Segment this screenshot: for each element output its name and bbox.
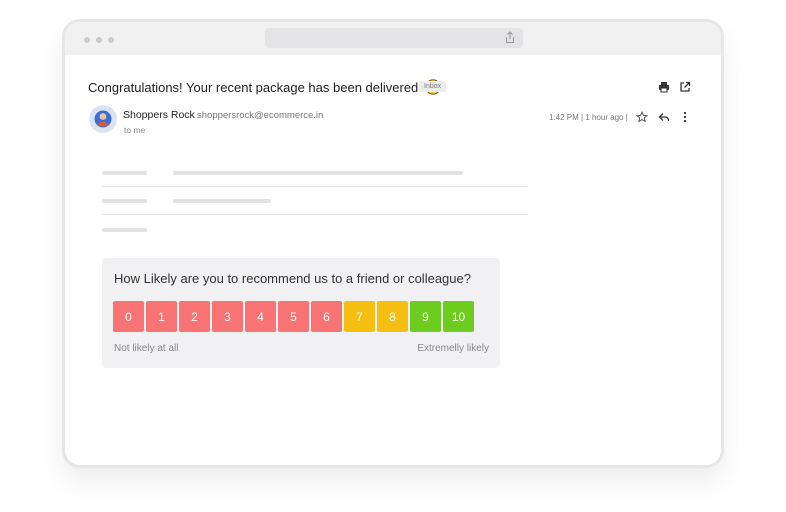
share-icon[interactable] <box>504 31 516 44</box>
address-bar[interactable] <box>265 28 523 48</box>
avatar-icon <box>94 110 112 128</box>
more-vertical-icon[interactable] <box>682 111 688 123</box>
browser-window: Congratulations! Your recent package has… <box>62 19 724 468</box>
sender-email[interactable]: shoppersrock@ecommerce.in <box>197 110 323 121</box>
email-subject-text: Congratulations! Your recent package has… <box>88 80 419 95</box>
avatar[interactable] <box>89 105 117 133</box>
divider <box>102 186 528 187</box>
scale-high-label: Extremelly likely <box>417 343 489 354</box>
open-in-new-icon[interactable] <box>679 81 691 93</box>
window-dot <box>84 37 90 43</box>
placeholder-line <box>102 199 147 203</box>
browser-titlebar <box>65 22 721 55</box>
placeholder-line <box>102 228 147 232</box>
nps-score-buttons: 0 1 2 3 4 5 6 7 8 9 10 <box>113 301 474 332</box>
placeholder-line <box>173 199 271 203</box>
score-button-9[interactable]: 9 <box>410 301 441 332</box>
reply-icon[interactable] <box>658 111 670 123</box>
score-button-0[interactable]: 0 <box>113 301 144 332</box>
recipient-label[interactable]: to me <box>124 125 145 135</box>
score-button-4[interactable]: 4 <box>245 301 276 332</box>
window-dot <box>96 37 102 43</box>
scale-low-label: Not likely at all <box>114 343 179 354</box>
score-button-3[interactable]: 3 <box>212 301 243 332</box>
score-button-8[interactable]: 8 <box>377 301 408 332</box>
score-button-10[interactable]: 10 <box>443 301 474 332</box>
nps-survey-card: How Likely are you to recommend us to a … <box>102 258 500 368</box>
print-icon[interactable] <box>658 81 670 93</box>
survey-question: How Likely are you to recommend us to a … <box>114 271 471 286</box>
score-button-1[interactable]: 1 <box>146 301 177 332</box>
score-button-5[interactable]: 5 <box>278 301 309 332</box>
sender-name[interactable]: Shoppers Rock <box>123 109 195 121</box>
placeholder-line <box>102 171 147 175</box>
score-button-6[interactable]: 6 <box>311 301 342 332</box>
score-button-7[interactable]: 7 <box>344 301 375 332</box>
star-icon[interactable] <box>636 111 648 123</box>
window-dot <box>108 37 114 43</box>
divider <box>102 214 528 215</box>
score-button-2[interactable]: 2 <box>179 301 210 332</box>
email-timestamp: 1:42 PM | 1 hour ago | <box>549 113 628 122</box>
placeholder-line <box>173 171 463 175</box>
inbox-badge[interactable]: Inbox <box>419 81 447 92</box>
email-subject: Congratulations! Your recent package has… <box>88 79 441 95</box>
